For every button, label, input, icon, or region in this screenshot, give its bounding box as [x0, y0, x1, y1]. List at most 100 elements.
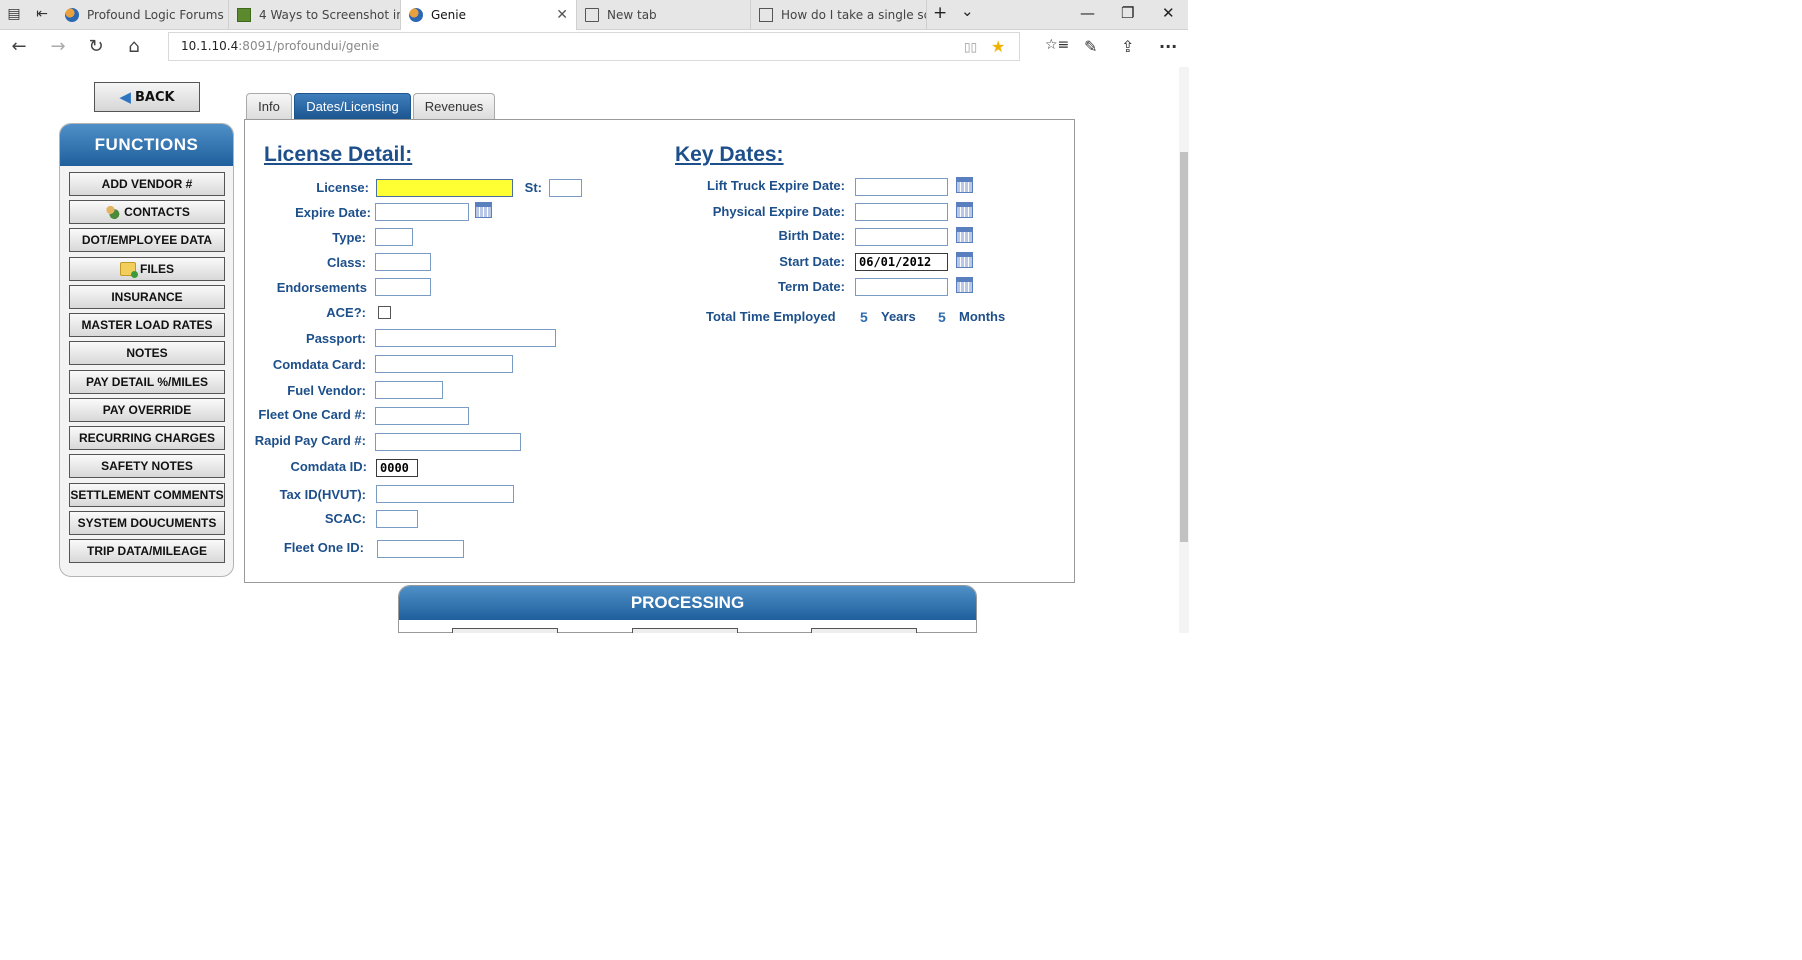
web-note-icon[interactable]: ✎ [1084, 37, 1097, 56]
calendar-icon[interactable] [956, 252, 973, 268]
refresh-icon[interactable]: ↻ [85, 36, 107, 57]
endorsements-input[interactable] [375, 278, 431, 296]
dot-employee-data-button[interactable]: DOT/EMPLOYEE DATA [69, 228, 225, 252]
browser-tab-screenshot[interactable]: 4 Ways to Screenshot in Wi [229, 0, 401, 29]
set-aside-tabs-icon[interactable]: ⇤ [33, 6, 51, 22]
restore-button[interactable]: ❐ [1121, 4, 1134, 22]
calendar-icon[interactable] [956, 277, 973, 293]
tab-info[interactable]: Info [246, 93, 292, 119]
back-button[interactable]: ◀ BACK [94, 82, 200, 112]
button-label: MASTER LOAD RATES [81, 318, 213, 332]
more-icon[interactable]: ··· [1159, 37, 1177, 56]
comdata-id-input[interactable]: 0000 [376, 459, 418, 477]
tab-revenues[interactable]: Revenues [413, 93, 495, 119]
start-date-label: Start Date: [779, 254, 845, 269]
fleet-one-card-input[interactable] [375, 407, 469, 425]
scrollbar-thumb[interactable] [1180, 152, 1188, 542]
pay-detail-button[interactable]: PAY DETAIL %/MILES [69, 370, 225, 394]
page-icon [759, 7, 773, 22]
fleet-one-id-input[interactable] [377, 540, 464, 558]
insurance-button[interactable]: INSURANCE [69, 285, 225, 309]
tab-label: Revenues [424, 99, 484, 114]
calendar-icon[interactable] [475, 202, 492, 218]
minimize-button[interactable]: — [1080, 4, 1095, 22]
fleet-one-id-label: Fleet One ID: [283, 540, 364, 555]
recurring-charges-button[interactable]: RECURRING CHARGES [69, 426, 225, 450]
years-value: 5 [860, 309, 868, 325]
comdata-card-input[interactable] [375, 355, 513, 373]
files-button[interactable]: FILES [69, 257, 225, 281]
button-label: CONTACTS [124, 205, 190, 219]
tab-title: New tab [607, 7, 657, 22]
browser-tab-genie[interactable]: Genie ✕ [401, 0, 577, 30]
lift-truck-expire-label: Lift Truck Expire Date: [707, 178, 845, 193]
share-icon[interactable]: ⇪ [1121, 37, 1134, 56]
button-label: ADD VENDOR # [101, 177, 193, 191]
button-label: NOTES [126, 346, 168, 360]
url-field[interactable]: 10.1.10.4:8091/profoundui/genie [168, 32, 1020, 61]
trip-data-mileage-button[interactable]: TRIP DATA/MILEAGE [69, 539, 225, 563]
rapid-pay-card-input[interactable] [375, 433, 521, 451]
scac-label: SCAC: [324, 511, 366, 526]
tab-title: 4 Ways to Screenshot in Wi [259, 7, 400, 22]
class-input[interactable] [375, 253, 431, 271]
system-documents-button[interactable]: SYSTEM DOUCUMENTS [69, 511, 225, 535]
birth-date-input[interactable] [855, 228, 948, 246]
forward-arrow-icon[interactable]: → [47, 36, 69, 57]
safety-notes-button[interactable]: SAFETY NOTES [69, 454, 225, 478]
tab-actions-icon[interactable]: ▤ [5, 6, 23, 22]
contacts-button[interactable]: CONTACTS [69, 200, 225, 224]
class-label: Class: [326, 255, 366, 270]
processing-title: PROCESSING [399, 586, 976, 620]
favorite-star-icon[interactable]: ★ [991, 37, 1005, 56]
chevron-down-icon[interactable]: ⌄ [961, 2, 974, 20]
functions-panel: FUNCTIONS ADD VENDOR # CONTACTS DOT/EMPL… [59, 123, 234, 577]
settlement-comments-button[interactable]: SETTLEMENT COMMENTS [69, 483, 225, 507]
button-label: RECURRING CHARGES [78, 431, 215, 445]
calendar-icon[interactable] [956, 177, 973, 193]
total-time-employed-label: Total Time Employed [706, 309, 836, 324]
browser-tab-profound-forums[interactable]: Profound Logic Forums - Pc [57, 0, 229, 29]
scac-input[interactable] [376, 510, 418, 528]
notes-button[interactable]: NOTES [69, 341, 225, 365]
state-label: St: [524, 180, 542, 195]
tab-dates-licensing[interactable]: Dates/Licensing [294, 93, 411, 119]
physical-expire-label: Physical Expire Date: [712, 204, 845, 219]
license-input[interactable] [376, 179, 513, 197]
type-input[interactable] [375, 228, 413, 246]
expire-date-input[interactable] [375, 203, 469, 221]
start-date-input[interactable]: 06/01/2012 [855, 253, 948, 271]
back-arrow-icon[interactable]: ← [8, 36, 30, 57]
favorites-hub-icon[interactable]: ☆≡ [1045, 37, 1069, 53]
months-value: 5 [938, 309, 946, 325]
fuel-vendor-input[interactable] [375, 381, 443, 399]
term-date-input[interactable] [855, 278, 948, 296]
lift-truck-expire-input[interactable] [855, 178, 948, 196]
tab-title: How do I take a single scree [781, 7, 926, 22]
close-window-button[interactable]: ✕ [1162, 4, 1175, 22]
add-vendor-button[interactable]: ADD VENDOR # [69, 172, 225, 196]
years-label: Years [881, 309, 916, 324]
months-label: Months [959, 309, 1006, 324]
tab-title: Profound Logic Forums - Pc [87, 7, 228, 22]
reading-view-icon[interactable]: ▯▯ [964, 40, 977, 54]
pay-override-button[interactable]: PAY OVERRIDE [69, 398, 225, 422]
close-tab-icon[interactable]: ✕ [556, 7, 568, 23]
passport-input[interactable] [375, 329, 556, 347]
physical-expire-input[interactable] [855, 203, 948, 221]
browser-tab-how-do-i[interactable]: How do I take a single scree [751, 0, 927, 29]
master-load-rates-button[interactable]: MASTER LOAD RATES [69, 313, 225, 337]
home-icon[interactable]: ⌂ [123, 36, 145, 57]
wikihow-icon [237, 7, 251, 22]
state-input[interactable] [549, 179, 582, 197]
browser-tab-new-tab[interactable]: New tab [577, 0, 751, 29]
new-tab-button[interactable]: + [933, 3, 947, 23]
calendar-icon[interactable] [956, 202, 973, 218]
tax-id-input[interactable] [376, 485, 514, 503]
ace-checkbox[interactable] [378, 306, 391, 319]
comdata-id-label: Comdata ID: [290, 459, 367, 474]
passport-label: Passport: [306, 331, 366, 346]
arrow-left-icon: ◀ [119, 88, 131, 106]
calendar-icon[interactable] [956, 227, 973, 243]
rapid-pay-card-label: Rapid Pay Card #: [254, 433, 366, 448]
